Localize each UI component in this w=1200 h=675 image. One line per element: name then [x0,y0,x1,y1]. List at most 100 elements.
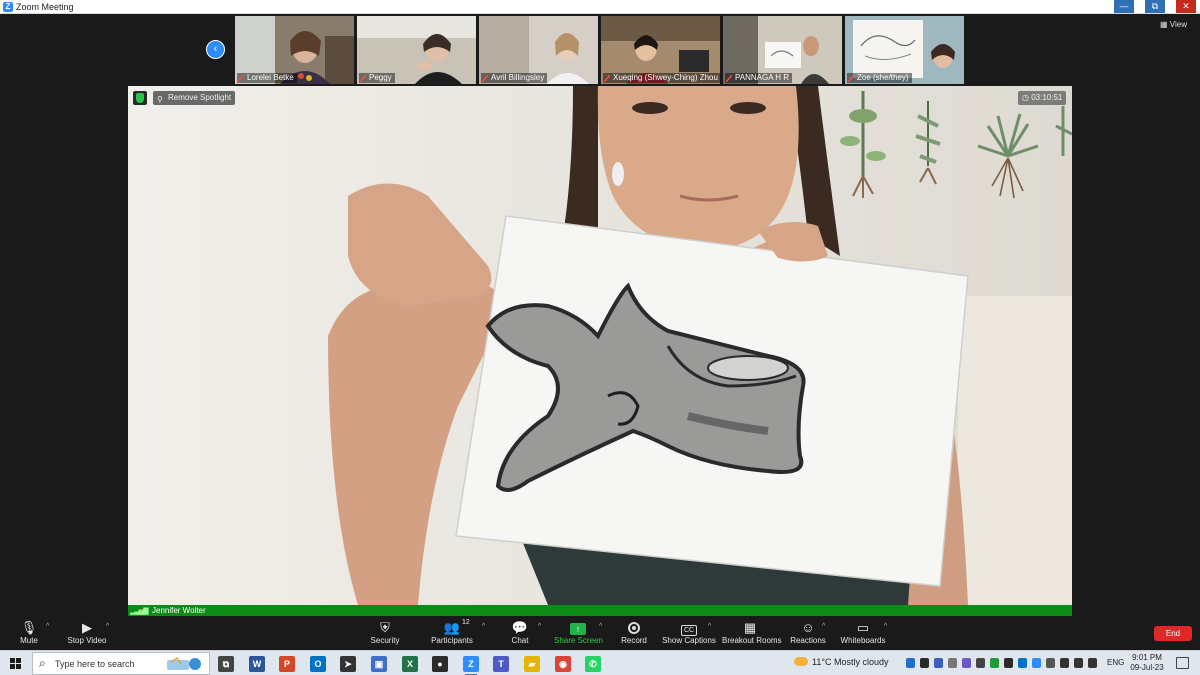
record-icon [628,622,640,634]
security-label: Security [370,636,400,645]
whiteboards-label: Whiteboards [840,636,886,645]
reactions-options-caret[interactable]: ^ [822,623,825,630]
cc-icon: CC [680,625,698,636]
share-options-caret[interactable]: ^ [599,623,602,630]
participant-tile[interactable]: PANNAGA H R [723,16,842,84]
tray-app-icon[interactable] [1018,658,1027,668]
view-button[interactable]: ▦ View [1160,20,1187,29]
remove-spotlight-button[interactable]: ⚲ Remove Spotlight [153,91,236,105]
muted-mic-icon [848,75,854,82]
title-bar: Z Zoom Meeting — ⧉ ✕ [0,0,1200,14]
participant-tile[interactable]: Peggy [357,16,476,84]
zoom-icon[interactable]: Z [463,656,479,675]
drawing-paper [455,215,969,587]
record-label: Record [621,636,647,645]
tray-app-icon[interactable] [1004,658,1013,668]
system-clock[interactable]: 9:01 PM 09-Jul-23 [1130,653,1164,673]
weather-widget[interactable]: 11°C Mostly cloudy [794,657,888,667]
clock-date: 09-Jul-23 [1130,663,1164,672]
speaker-icon[interactable] [1088,658,1097,668]
meeting-timer: ◷ 03:10:51 [1018,91,1067,105]
zoom-window: Z Zoom Meeting — ⧉ ✕ ‹ Lorelei Betke Peg… [0,0,1200,675]
participant-tile[interactable]: Xueqing (Shwey-Ching) Zhou [601,16,720,84]
tray-app-icon[interactable] [948,658,957,668]
windows-start-icon[interactable] [10,658,21,669]
mute-label: Mute [20,636,38,645]
chat-icon: 💬 [511,620,529,635]
pin-icon: ⚲ [157,95,163,104]
whiteboard-icon: ▭ [856,620,870,635]
zoom-tray-icon[interactable] [1032,658,1041,668]
remote-desktop-icon[interactable]: ▣ [371,656,387,672]
breakout-rooms-button[interactable]: ▦ Breakout Rooms [722,620,782,646]
tray-app-icon[interactable] [976,658,985,668]
view-label: View [1169,20,1187,29]
participant-tile[interactable]: Avril Billingsley [479,16,598,84]
captions-options-caret[interactable]: ^ [708,623,711,630]
grid-icon: ▦ [743,620,757,635]
record-button[interactable]: Record [618,620,650,646]
wifi-icon[interactable] [1060,658,1069,668]
cloudy-weather-icon [794,657,808,666]
dropbox-icon[interactable] [906,658,915,668]
stop-video-button[interactable]: ▶ Stop Video [64,620,110,646]
show-captions-label: Show Captions [662,636,716,645]
meeting-timer-value: 03:10:51 [1031,93,1063,102]
grid-view-icon: ▦ [1160,20,1170,29]
clock-icon: ◷ [1022,93,1032,102]
mute-button[interactable]: 🎙 Mute [14,620,44,646]
audio-options-caret[interactable]: ^ [46,623,49,630]
search-highlight-icon [167,656,201,670]
chat-button[interactable]: 💬 Chat [505,620,535,646]
signal-strength-icon: ▂▃▅▇ [130,608,149,615]
close-window-button[interactable]: ✕ [1176,0,1196,13]
restore-button[interactable]: ⧉ [1145,0,1165,13]
whiteboards-options-caret[interactable]: ^ [884,623,887,630]
reactions-label: Reactions [790,636,826,645]
spotlight-video-scene [128,86,1072,605]
end-meeting-button[interactable]: End [1154,626,1192,641]
search-icon: ⌕ [39,656,46,670]
share-screen-label: Share Screen [554,636,603,645]
whatsapp-icon[interactable]: ✆ [585,656,601,672]
file-explorer-icon[interactable]: ▰ [524,656,540,672]
muted-mic-icon: ⁄ [142,606,144,615]
reactions-button[interactable]: ☺ Reactions [790,620,826,646]
word-icon[interactable]: W [249,656,265,672]
remove-spotlight-label: Remove Spotlight [168,93,232,102]
network-icon[interactable] [1074,658,1083,668]
participants-options-caret[interactable]: ^ [482,623,485,630]
minimize-button[interactable]: — [1114,0,1134,13]
microphone-icon: 🎙 [20,620,38,635]
chat-options-caret[interactable]: ^ [538,623,541,630]
task-view-icon[interactable]: ⧉ [218,656,234,672]
whiteboards-button[interactable]: ▭ Whiteboards [840,620,886,646]
zoom-app-icon: Z [3,2,13,12]
smiley-icon: ☺ [801,620,815,635]
tray-app-icon[interactable] [920,658,929,668]
cursor-app-icon[interactable]: ➤ [340,656,356,672]
muted-mic-icon [238,75,244,82]
notifications-icon[interactable] [1176,657,1189,669]
tray-app-icon[interactable] [990,658,999,668]
muted-mic-icon [726,75,732,82]
share-screen-button[interactable]: ↑ Share Screen [554,620,603,646]
input-language[interactable]: ENG [1107,658,1124,667]
obs-icon[interactable]: ● [432,656,448,672]
video-options-caret[interactable]: ^ [106,623,109,630]
participant-tile[interactable]: Lorelei Betke [235,16,354,84]
participant-tile[interactable]: Zoe (she/they) [845,16,964,84]
outlook-icon[interactable]: O [310,656,326,672]
clock-time: 9:01 PM [1132,653,1162,662]
tray-app-icon[interactable] [934,658,943,668]
powerpoint-icon[interactable]: P [279,656,295,672]
teams-icon[interactable]: T [493,656,509,672]
speaker-name: Jennifer Wolter [152,606,206,615]
tray-app-icon[interactable] [962,658,971,668]
excel-icon[interactable]: X [402,656,418,672]
security-button[interactable]: ⛨ Security [365,620,405,646]
tray-app-icon[interactable] [1046,658,1055,668]
chrome-icon[interactable]: ◉ [555,656,571,672]
gallery-previous-button[interactable]: ‹ [206,40,225,59]
taskbar-search-box[interactable]: ⌕ Type here to search [32,652,210,675]
